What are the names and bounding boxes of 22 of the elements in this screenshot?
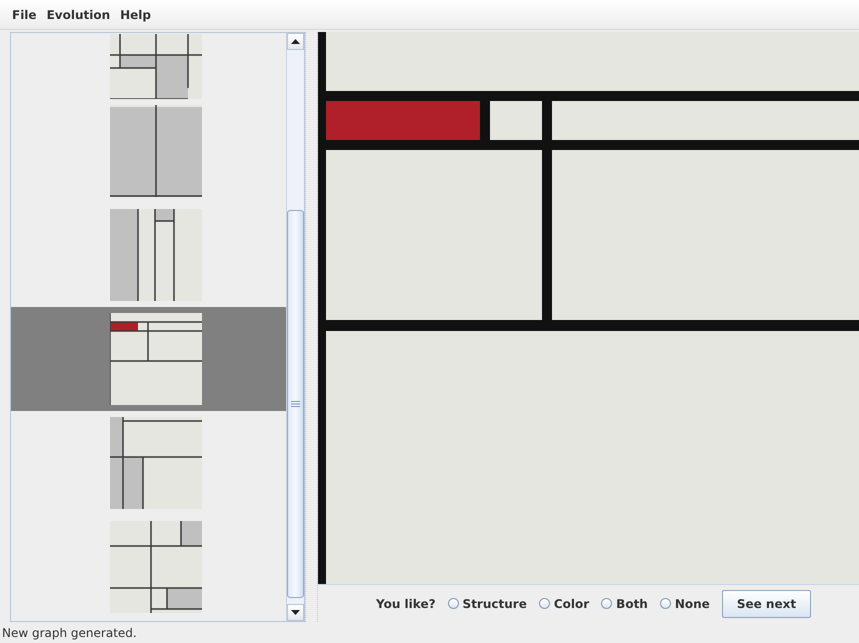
scroll-down-button[interactable] (287, 604, 304, 621)
thumbnail-item[interactable] (11, 307, 286, 411)
radio-option[interactable]: Color (538, 596, 590, 610)
menu-item[interactable]: Evolution (42, 8, 114, 22)
radio-label: None (674, 596, 710, 610)
see-next-button[interactable]: See next (722, 590, 812, 618)
radio-option[interactable]: None (660, 596, 710, 610)
radio-label: Structure (462, 596, 527, 610)
scroll-thumb[interactable] (287, 210, 304, 598)
radio-option[interactable]: Both (601, 596, 648, 610)
down-arrow-icon (291, 610, 300, 615)
grip-icon (291, 401, 300, 407)
menu-item[interactable]: Help (116, 8, 156, 22)
radio-label: Color (554, 596, 590, 610)
up-arrow-icon (291, 39, 300, 44)
status-text: New graph generated. (1, 624, 138, 642)
scrollbar[interactable] (286, 33, 304, 621)
radio-label: Both (616, 596, 648, 610)
radio-option[interactable]: Structure (448, 596, 527, 610)
scroll-up-button[interactable] (287, 33, 304, 50)
rating-prompt: You like? (376, 596, 436, 610)
menu-item[interactable]: File (8, 8, 41, 22)
